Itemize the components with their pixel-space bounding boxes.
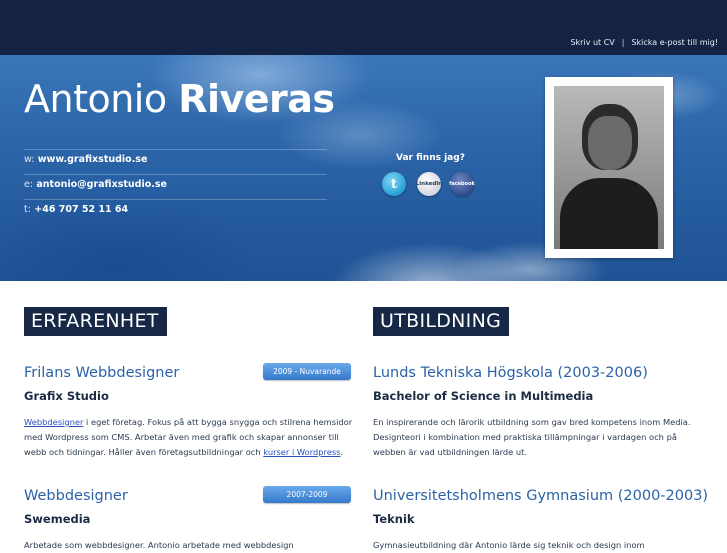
print-cv-link[interactable]: Skriv ut CV	[570, 38, 614, 47]
linkedin-icon[interactable]: LinkedIn	[416, 172, 442, 196]
contact-phone-key: t:	[24, 204, 31, 215]
degree-name: Bachelor of Science in Multimedia	[373, 389, 594, 403]
website-link[interactable]: www.grafixstudio.se	[38, 154, 148, 165]
person-name: Antonio Riveras	[24, 77, 335, 121]
contact-website: w: www.grafixstudio.se	[24, 149, 327, 175]
experience-title: ERFARENHET	[24, 307, 167, 336]
job-description: Arbetade som webbdesigner. Antonio arbet…	[24, 540, 294, 550]
phone-number: +46 707 52 11 64	[34, 204, 129, 215]
facebook-icon[interactable]: facebook	[449, 172, 475, 196]
job-description-end: .	[340, 447, 344, 457]
twitter-icon[interactable]: t	[382, 172, 406, 196]
webbdesigner-link[interactable]: Webbdesigner	[24, 417, 83, 427]
header-links: Skriv ut CV | Skicka e-post till mig!	[570, 38, 718, 47]
wordpress-courses-link[interactable]: kurser i Wordpress	[263, 447, 340, 457]
header-link-separator: |	[621, 38, 625, 47]
first-name: Antonio	[24, 77, 167, 121]
period-badge: 2007-2009	[263, 486, 351, 503]
education-title: UTBILDNING	[373, 307, 510, 336]
experience-section: ERFARENHET	[24, 307, 167, 336]
contact-email: e: antonio@grafixstudio.se	[24, 174, 327, 200]
job-title: Frilans Webbdesigner	[24, 365, 180, 381]
contact-email-key: e:	[24, 179, 34, 190]
social-heading: Var finns jag?	[396, 153, 465, 163]
profile-photo	[554, 86, 664, 249]
period-badge: 2009 - Nuvarande	[263, 363, 351, 380]
hero-banner: Antonio Riveras w: www.grafixstudio.se e…	[0, 55, 727, 281]
job-description: Webbdesigner i eget företag. Fokus på at…	[24, 415, 354, 460]
education-description: Gymnasieutbildning där Antonio lärde sig…	[373, 540, 645, 550]
school-title: Lunds Tekniska Högskola (2003-2006)	[373, 365, 648, 381]
degree-name: Teknik	[373, 512, 415, 526]
education-section: UTBILDNING	[373, 307, 510, 336]
education-description: En inspirerande och lärorik utbildning s…	[373, 417, 691, 457]
school-title: Universitetsholmens Gymnasium (2000-2003…	[373, 488, 709, 504]
email-link[interactable]: antonio@grafixstudio.se	[36, 179, 167, 190]
job-title: Webbdesigner	[24, 488, 128, 504]
contact-website-key: w:	[24, 154, 35, 165]
email-me-link[interactable]: Skicka e-post till mig!	[631, 38, 718, 47]
last-name: Riveras	[178, 77, 335, 121]
top-bar: Skriv ut CV | Skicka e-post till mig!	[0, 0, 727, 55]
contact-phone: t: +46 707 52 11 64	[24, 199, 327, 225]
company-name: Swemedia	[24, 512, 91, 526]
profile-photo-frame	[545, 77, 673, 258]
company-name: Grafix Studio	[24, 389, 109, 403]
